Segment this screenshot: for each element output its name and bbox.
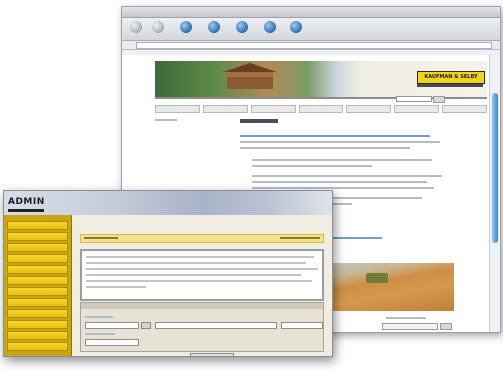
sidebar-item[interactable] (7, 221, 68, 230)
form-input[interactable] (85, 339, 139, 346)
nav-item-1[interactable] (155, 105, 200, 113)
sidebar-item[interactable] (7, 254, 68, 263)
text-line (252, 187, 434, 189)
text-line (86, 262, 306, 264)
text-line (86, 268, 318, 270)
sidebar-item[interactable] (7, 342, 68, 351)
site-logo[interactable]: KAUFMAN & SELBY (417, 71, 485, 84)
nav-item-6[interactable] (394, 105, 440, 113)
bottom-go-button[interactable] (440, 323, 452, 330)
form-header (81, 303, 323, 309)
text-line (86, 256, 314, 258)
text-line (252, 175, 442, 177)
text-line (252, 165, 372, 167)
nav-item-4[interactable] (298, 105, 344, 113)
site-nav (155, 105, 488, 113)
field-photo (322, 263, 454, 311)
sidebar-item[interactable] (7, 320, 68, 329)
site-logo-strip (417, 84, 483, 87)
search-icon[interactable] (264, 21, 276, 33)
browser-titlebar (122, 7, 500, 18)
admin-header: ADMIN (4, 191, 332, 215)
sidebar-item[interactable] (7, 287, 68, 296)
admin-logo-mark (8, 209, 44, 212)
admin-text-panel (80, 249, 324, 301)
sidebar-item[interactable] (7, 276, 68, 285)
bottom-select[interactable] (382, 323, 438, 330)
nav-item-7[interactable] (442, 105, 488, 113)
text-line (240, 141, 440, 143)
caption (386, 317, 426, 319)
form-label (85, 333, 115, 335)
address-bar (122, 41, 500, 50)
side-link[interactable] (155, 119, 177, 121)
scrollbar[interactable] (489, 55, 500, 332)
forward-icon[interactable] (152, 21, 164, 33)
site-search-button[interactable] (433, 96, 445, 103)
text-line (86, 274, 301, 276)
sidebar-item[interactable] (7, 265, 68, 274)
scroll-thumb[interactable] (492, 93, 498, 243)
address-input[interactable] (136, 42, 492, 49)
harvester-image (366, 273, 388, 283)
sidebar-item[interactable] (7, 243, 68, 252)
sidebar-item[interactable] (7, 232, 68, 241)
site-search-input[interactable] (396, 96, 432, 102)
house-image (223, 63, 277, 89)
site-banner: KAUFMAN & SELBY (155, 61, 487, 99)
text-line (252, 159, 432, 161)
form-small-button[interactable] (141, 322, 151, 329)
back-icon[interactable] (130, 21, 142, 33)
section-title (84, 237, 118, 239)
admin-window: ADMIN (3, 190, 333, 357)
form-input[interactable] (85, 322, 139, 329)
text-line (240, 135, 430, 137)
sidebar-item[interactable] (7, 298, 68, 307)
text-line (252, 181, 427, 183)
nav-item-3[interactable] (250, 105, 296, 113)
refresh-icon[interactable] (208, 21, 220, 33)
admin-main (72, 215, 332, 356)
admin-logo[interactable]: ADMIN (8, 197, 45, 207)
text-line (240, 147, 410, 149)
sidebar-item[interactable] (7, 309, 68, 318)
text-line (86, 286, 146, 288)
admin-form (80, 302, 324, 352)
home-icon[interactable] (236, 21, 248, 33)
admin-section-titlebar (80, 234, 324, 243)
browser-toolbar (122, 18, 500, 41)
sidebar-item[interactable] (7, 331, 68, 340)
form-input-wide[interactable] (155, 322, 277, 329)
form-label (85, 316, 113, 318)
nav-item-5[interactable] (346, 105, 392, 113)
stop-icon[interactable] (180, 21, 192, 33)
content-heading (240, 119, 278, 123)
form-input-short[interactable] (281, 322, 323, 329)
text-line (86, 280, 312, 282)
section-meta (280, 237, 320, 239)
admin-sidebar (4, 215, 72, 356)
favorites-icon[interactable] (290, 21, 302, 33)
nav-item-2[interactable] (202, 105, 248, 113)
form-submit-button[interactable] (190, 353, 234, 356)
